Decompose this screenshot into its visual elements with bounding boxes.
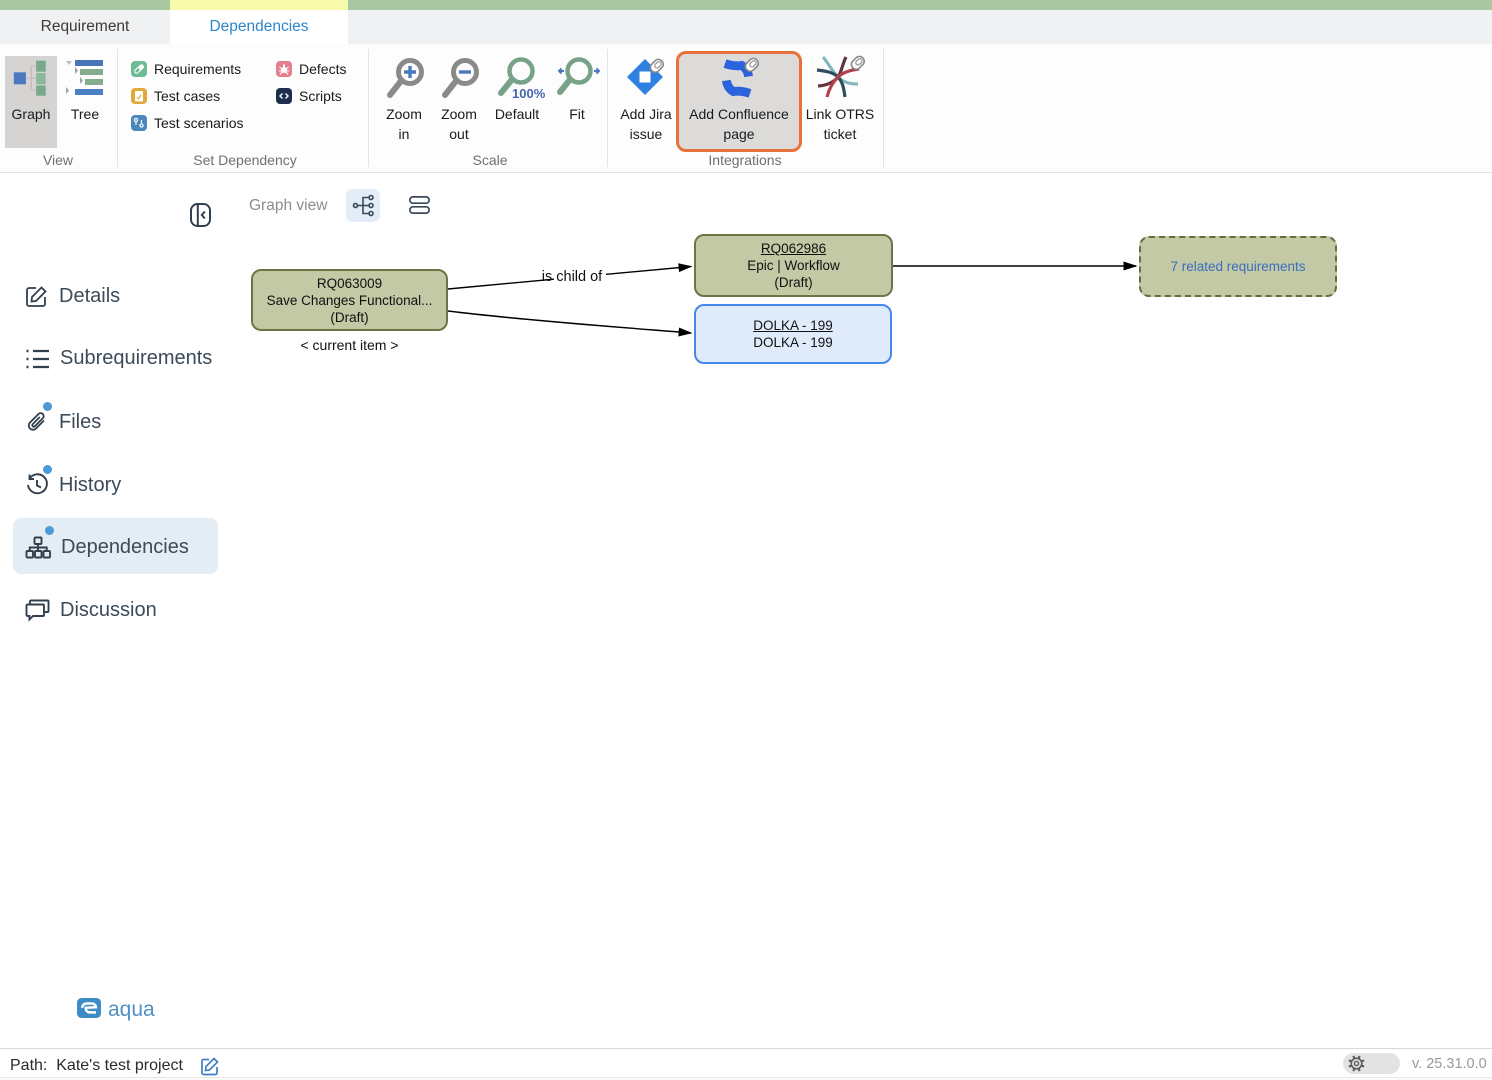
svg-text:100%: 100% bbox=[512, 86, 545, 101]
svg-text:is child of: is child of bbox=[542, 269, 603, 285]
